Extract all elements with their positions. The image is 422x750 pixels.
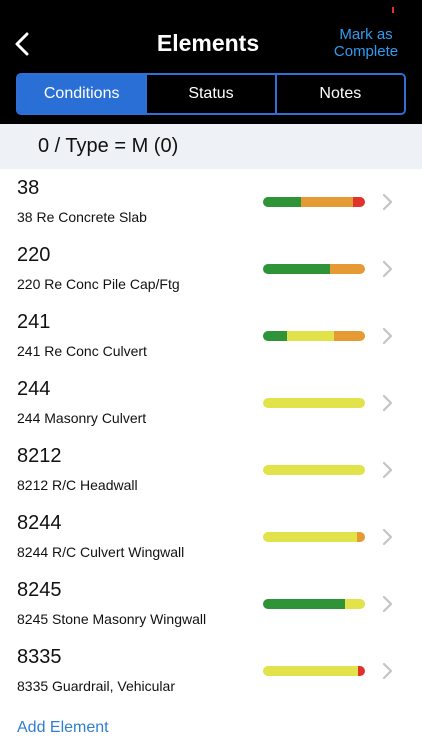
status-indicator [392, 7, 394, 13]
element-list: 38 38 Re Concrete Slab 220 220 Re Conc Pile… [0, 169, 422, 705]
page-title: Elements [156, 30, 260, 56]
condition-segment-orange [356, 532, 365, 542]
list-item[interactable]: 8245 8245 Stone Masonry Wingwall [0, 571, 422, 638]
list-item[interactable]: 220 220 Re Conc Pile Cap/Ftg [0, 236, 422, 303]
element-description: 8212 R/C Headwall [17, 477, 138, 493]
condition-bar [263, 532, 365, 542]
chevron-right-icon [382, 595, 393, 613]
tab-notes[interactable]: Notes [274, 75, 404, 113]
condition-segment-orange [300, 197, 353, 207]
element-code: 8335 [17, 646, 62, 668]
add-element-button[interactable]: Add Element [17, 719, 109, 737]
list-item[interactable]: 38 38 Re Concrete Slab [0, 169, 422, 236]
condition-bar [263, 264, 365, 274]
back-button[interactable] [4, 26, 40, 62]
condition-segment-yellow [263, 666, 358, 676]
condition-segment-red [352, 197, 365, 207]
element-description: 8335 Guardrail, Vehicular [17, 678, 175, 694]
filter-bar: 0 / Type = M (0) [0, 124, 422, 169]
chevron-right-icon [382, 260, 393, 278]
chevron-right-icon [382, 394, 393, 412]
condition-segment-green [263, 331, 288, 341]
list-item[interactable]: 244 244 Masonry Culvert [0, 370, 422, 437]
chevron-left-icon [15, 32, 29, 56]
element-code: 8212 [17, 445, 62, 467]
list-item[interactable]: 241 241 Re Conc Culvert [0, 303, 422, 370]
element-code: 38 [17, 177, 40, 199]
element-code: 241 [17, 311, 51, 333]
condition-bar [263, 331, 365, 341]
condition-segment-green [263, 264, 331, 274]
condition-segment-green [263, 197, 301, 207]
element-description: 38 Re Concrete Slab [17, 209, 147, 225]
condition-segment-yellow [263, 532, 357, 542]
tab-status[interactable]: Status [145, 75, 275, 113]
element-code: 8244 [17, 512, 62, 534]
chevron-right-icon [382, 461, 393, 479]
segmented-control: Conditions Status Notes [16, 73, 406, 115]
condition-bar [263, 197, 365, 207]
list-item[interactable]: 8244 8244 R/C Culvert Wingwall [0, 504, 422, 571]
condition-segment-yellow [287, 331, 335, 341]
app-root: Elements Mark as Complete Conditions Sta… [0, 0, 422, 750]
element-description: 8245 Stone Masonry Wingwall [17, 611, 207, 627]
condition-bar [263, 666, 365, 676]
condition-segment-yellow [263, 398, 365, 408]
list-item[interactable]: 8335 8335 Guardrail, Vehicular [0, 638, 422, 705]
condition-segment-orange [330, 264, 365, 274]
chevron-right-icon [382, 327, 393, 345]
condition-segment-red [357, 666, 365, 676]
condition-segment-orange [334, 331, 365, 341]
condition-bar [263, 599, 365, 609]
tab-conditions[interactable]: Conditions [18, 75, 146, 113]
condition-bar [263, 465, 365, 475]
mark-complete-button[interactable]: Mark as Complete [322, 26, 410, 60]
nav-header: Elements Mark as Complete Conditions Sta… [0, 0, 422, 124]
filter-text: 0 / Type = M (0) [38, 135, 179, 157]
element-code: 244 [17, 378, 51, 400]
condition-segment-green [263, 599, 345, 609]
chevron-right-icon [382, 193, 393, 211]
list-item[interactable]: 8212 8212 R/C Headwall [0, 437, 422, 504]
chevron-right-icon [382, 528, 393, 546]
element-description: 244 Masonry Culvert [17, 410, 147, 426]
element-description: 220 Re Conc Pile Cap/Ftg [17, 276, 180, 292]
element-description: 8244 R/C Culvert Wingwall [17, 544, 185, 560]
condition-bar [263, 398, 365, 408]
element-description: 241 Re Conc Culvert [17, 343, 147, 359]
element-code: 8245 [17, 579, 62, 601]
chevron-right-icon [382, 662, 393, 680]
condition-segment-yellow [263, 465, 365, 475]
condition-segment-yellow [344, 599, 365, 609]
element-code: 220 [17, 244, 51, 266]
